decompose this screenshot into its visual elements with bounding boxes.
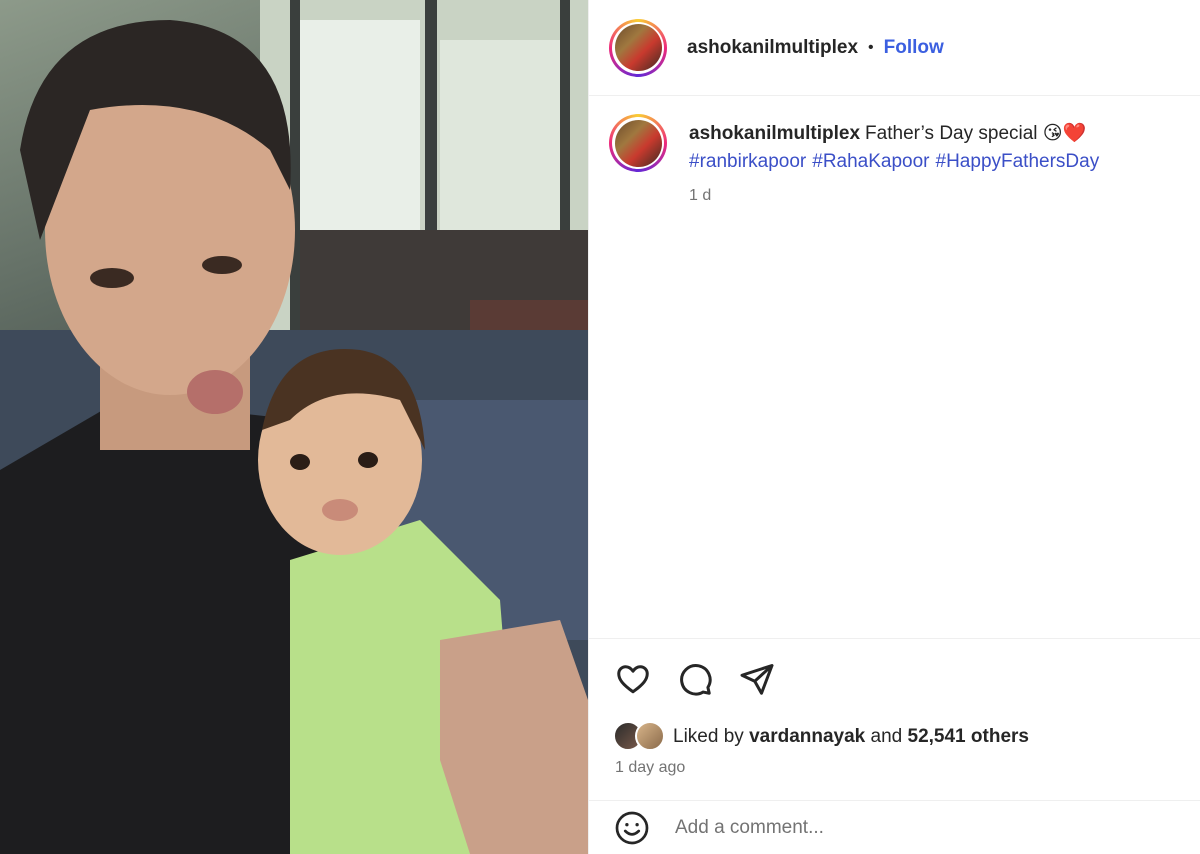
heart-icon[interactable] (613, 659, 653, 699)
avatar-image (614, 24, 662, 71)
caption-username[interactable]: ashokanilmultiplex (689, 123, 860, 144)
paper-plane-icon[interactable] (737, 659, 777, 699)
follow-button[interactable]: Follow (884, 37, 944, 59)
likes-count[interactable]: 52,541 others (908, 726, 1029, 747)
likes-conjunction: and (870, 726, 903, 747)
post-side-panel: ashokanilmultiplex • Follow ashokanilmul… (588, 0, 1200, 854)
speech-bubble-icon[interactable] (675, 659, 715, 699)
avatar (635, 721, 665, 751)
caption-avatar[interactable] (609, 114, 667, 172)
account-username[interactable]: ashokanilmultiplex (687, 37, 858, 59)
post-actions-area: Liked by vardannayak and 52,541 others 1… (589, 638, 1200, 800)
hashtag-link[interactable]: #ranbirkapoor (689, 151, 806, 172)
caption-body: Father’s Day special 😘❤️ (865, 123, 1087, 144)
post-timestamp[interactable]: 1 day ago (615, 759, 685, 777)
comment-composer (589, 800, 1200, 854)
smiley-icon[interactable] (613, 809, 651, 847)
hashtag-list: #ranbirkapoor #RahaKapoor #HappyFathersDay (689, 148, 1105, 175)
liked-by-label: Liked by (673, 726, 744, 747)
action-bar (613, 659, 777, 699)
hashtag-link[interactable]: #HappyFathersDay (936, 151, 1100, 172)
comment-input[interactable] (675, 816, 1155, 839)
likes-summary: Liked by vardannayak and 52,541 others (613, 721, 1029, 753)
liker-avatars (613, 721, 669, 753)
separator-dot: • (868, 38, 874, 56)
post-header: ashokanilmultiplex • Follow (589, 0, 1200, 96)
avatar-image (614, 119, 662, 167)
caption-text: ashokanilmultiplex Father’s Day special 😘… (689, 120, 1105, 148)
photo-illustration (0, 0, 588, 854)
liker-username[interactable]: vardannayak (749, 726, 865, 747)
account-avatar[interactable] (609, 18, 667, 77)
post-caption: ashokanilmultiplex Father’s Day special 😘… (609, 114, 1189, 205)
post-photo[interactable] (0, 0, 588, 854)
hashtag-link[interactable]: #RahaKapoor (812, 151, 929, 172)
caption-timestamp[interactable]: 1 d (689, 187, 1105, 205)
